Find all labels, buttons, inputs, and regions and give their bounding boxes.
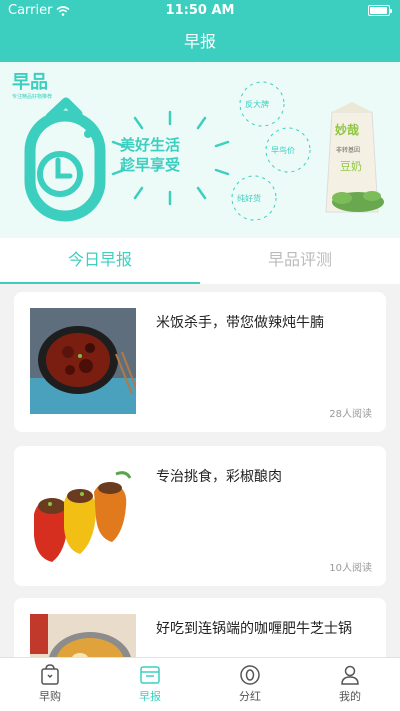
product-name: 豆奶 <box>340 159 362 173</box>
promo-banner[interactable]: 早品 专注精品好物推荐 美好生活 趁早享受 反大牌 早鸟价 纯好货 妙哉 非转基… <box>0 62 400 238</box>
bird-clock-icon <box>24 97 106 222</box>
coin-icon <box>240 665 260 685</box>
nav-bar: 早报 <box>0 22 400 62</box>
status-bar: Carrier 11:50 AM <box>0 0 400 22</box>
battery-icon <box>368 5 392 16</box>
slogan-line-1: 美好生活 <box>120 136 180 154</box>
tag-cheap-brand: 反大牌 <box>239 81 285 127</box>
tabbar-item-shop[interactable]: 早购 <box>0 658 100 711</box>
brand-logo: 早品 专注精品好物推荐 <box>12 72 52 100</box>
bag-icon <box>41 664 59 685</box>
logo-text: 早品 <box>12 72 48 93</box>
tabbar-label: 早报 <box>139 690 161 703</box>
tabbar-label: 分红 <box>239 690 261 703</box>
page-title: 早报 <box>183 32 216 51</box>
article-title: 专治挑食，彩椒酿肉 <box>156 469 282 485</box>
user-icon <box>341 665 359 685</box>
read-count: 28人阅读 <box>329 409 372 420</box>
newspaper-icon <box>140 666 160 684</box>
tag-good-goods: 纯好货 <box>231 175 277 221</box>
segment-tabs: 今日早报 早品评测 <box>0 238 400 284</box>
article-title: 米饭杀手，带您做辣炖牛腩 <box>156 315 324 331</box>
tab-product-review[interactable]: 早品评测 <box>200 238 400 284</box>
tag-early-price: 早鸟价 <box>265 127 311 173</box>
product-sublabel: 非转基因 <box>336 146 360 154</box>
tabbar-label: 我的 <box>339 690 361 703</box>
tabbar-item-news[interactable]: 早报 <box>100 658 200 711</box>
tag-label: 反大牌 <box>245 99 269 109</box>
product-label: 妙哉 <box>335 122 359 137</box>
tabbar-item-dividend[interactable]: 分红 <box>200 658 300 711</box>
article-title: 好吃到连锅端的咖喱肥牛芝士锅 <box>156 621 352 637</box>
status-time: 11:50 AM <box>165 3 235 18</box>
tab-today-news[interactable]: 今日早报 <box>0 238 200 284</box>
logo-tagline: 专注精品好物推荐 <box>12 93 52 100</box>
slogan-line-2: 趁早享受 <box>119 156 180 174</box>
read-count: 10人阅读 <box>329 563 372 574</box>
tag-label: 早鸟价 <box>271 145 295 155</box>
tag-label: 纯好货 <box>237 193 261 203</box>
article-card[interactable]: 专治挑食，彩椒酿肉 10人阅读 <box>14 446 386 586</box>
article-card[interactable]: 米饭杀手，带您做辣炖牛腩 28人阅读 <box>14 292 386 432</box>
bottom-tab-bar: 早购 早报 分红 我的 <box>0 657 400 711</box>
braised-beef-photo <box>30 308 136 414</box>
stuffed-peppers-photo <box>30 462 136 568</box>
tabbar-item-profile[interactable]: 我的 <box>300 658 400 711</box>
tabbar-label: 早购 <box>39 690 61 703</box>
soy-milk-product: 妙哉 非转基因 豆奶 <box>325 102 384 213</box>
